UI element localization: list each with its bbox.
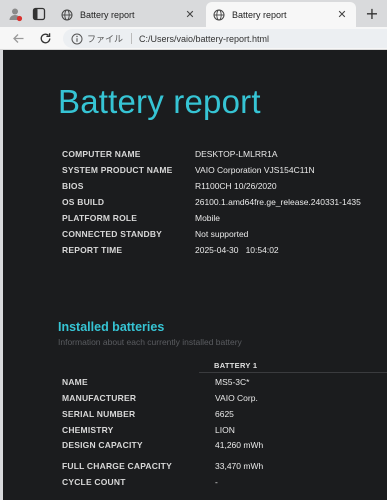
close-tab-icon[interactable]: ✕ [334, 8, 350, 21]
info-key: PLATFORM ROLE [62, 213, 138, 223]
profile-icon[interactable] [5, 4, 25, 24]
globe-icon [213, 9, 225, 20]
tab-strip: Battery report ✕ Battery report ✕ + [0, 0, 387, 27]
info-key: COMPUTER NAME [62, 149, 141, 159]
installed-batteries-heading: Installed batteries [58, 320, 165, 334]
installed-batteries-subtitle: Information about each currently install… [58, 337, 242, 347]
battery-row-chemistry: CHEMISTRY LION [62, 425, 387, 439]
info-value: VAIO Corporation VJS154C11N [195, 165, 315, 175]
battery-row-cycle-count: CYCLE COUNT - [62, 477, 387, 491]
battery-value: - [215, 477, 218, 487]
info-row-connected-standby: CONNECTED STANDBY Not supported [62, 229, 387, 243]
battery-row-name: NAME MS5-3C* [62, 377, 387, 391]
info-row-report-time: REPORT TIME 2025-04-30 10:54:02 [62, 245, 387, 259]
battery-column-header: BATTERY 1 [214, 361, 258, 370]
info-key: OS BUILD [62, 197, 105, 207]
info-key: REPORT TIME [62, 245, 123, 255]
battery-key: NAME [62, 377, 88, 387]
info-row-os-build: OS BUILD 26100.1.amd64fre.ge_release.240… [62, 197, 387, 211]
info-key: SYSTEM PRODUCT NAME [62, 165, 173, 175]
battery-row-design-capacity: DESIGN CAPACITY 41,260 mWh [62, 440, 387, 454]
tab-battery-report-2[interactable]: Battery report ✕ [206, 2, 356, 27]
info-value: 2025-04-30 10:54:02 [195, 245, 279, 255]
battery-row-serial-number: SERIAL NUMBER 6625 [62, 409, 387, 423]
back-arrow-icon[interactable] [9, 29, 27, 47]
info-key: CONNECTED STANDBY [62, 229, 163, 239]
battery-value: LION [215, 425, 235, 435]
info-row-system-product-name: SYSTEM PRODUCT NAME VAIO Corporation VJS… [62, 165, 387, 179]
info-value: Not supported [195, 229, 249, 239]
tab-actions-icon[interactable] [29, 4, 49, 24]
info-row-computer-name: COMPUTER NAME DESKTOP-LMLRR1A [62, 149, 387, 163]
battery-key: MANUFACTURER [62, 393, 137, 403]
tab-title: Battery report [232, 9, 287, 20]
address-bar[interactable]: ファイル C:/Users/vaio/battery-report.html [63, 29, 387, 48]
battery-row-full-charge-capacity: FULL CHARGE CAPACITY 33,470 mWh [62, 461, 387, 475]
address-path: C:/Users/vaio/battery-report.html [139, 33, 270, 44]
tab-battery-report-1[interactable]: Battery report ✕ [54, 2, 204, 27]
battery-value: MS5-3C* [215, 377, 250, 387]
battery-key: SERIAL NUMBER [62, 409, 136, 419]
battery-value: VAIO Corp. [215, 393, 258, 403]
new-tab-button[interactable]: + [362, 4, 382, 24]
info-value: 26100.1.amd64fre.ge_release.240331-1435 [195, 197, 361, 207]
info-value: Mobile [195, 213, 221, 223]
close-tab-icon[interactable]: ✕ [182, 8, 198, 21]
info-key: BIOS [62, 181, 84, 191]
battery-key: FULL CHARGE CAPACITY [62, 461, 172, 471]
info-icon[interactable] [71, 33, 83, 45]
battery-value: 41,260 mWh [215, 440, 264, 450]
battery-value: 6625 [215, 409, 234, 419]
info-row-platform-role: PLATFORM ROLE Mobile [62, 213, 387, 227]
address-divider [131, 33, 133, 44]
tab-title: Battery report [80, 9, 135, 20]
address-scheme-label: ファイル [87, 34, 124, 44]
info-value: R1100CH 10/26/2020 [195, 181, 277, 191]
browser-toolbar: ファイル C:/Users/vaio/battery-report.html [0, 27, 387, 50]
info-row-bios: BIOS R1100CH 10/26/2020 [62, 181, 387, 195]
battery-value: 33,470 mWh [215, 461, 264, 471]
battery-key: CHEMISTRY [62, 425, 114, 435]
globe-icon [61, 9, 73, 20]
battery-row-manufacturer: MANUFACTURER VAIO Corp. [62, 393, 387, 407]
battery-key: DESIGN CAPACITY [62, 440, 143, 450]
info-value: DESKTOP-LMLRR1A [195, 149, 278, 159]
battery-key: CYCLE COUNT [62, 477, 126, 487]
page-title: Battery report [58, 83, 261, 120]
report-page: Battery report COMPUTER NAME DESKTOP-LML… [3, 50, 387, 500]
reload-icon[interactable] [36, 29, 54, 47]
divider [199, 372, 387, 373]
